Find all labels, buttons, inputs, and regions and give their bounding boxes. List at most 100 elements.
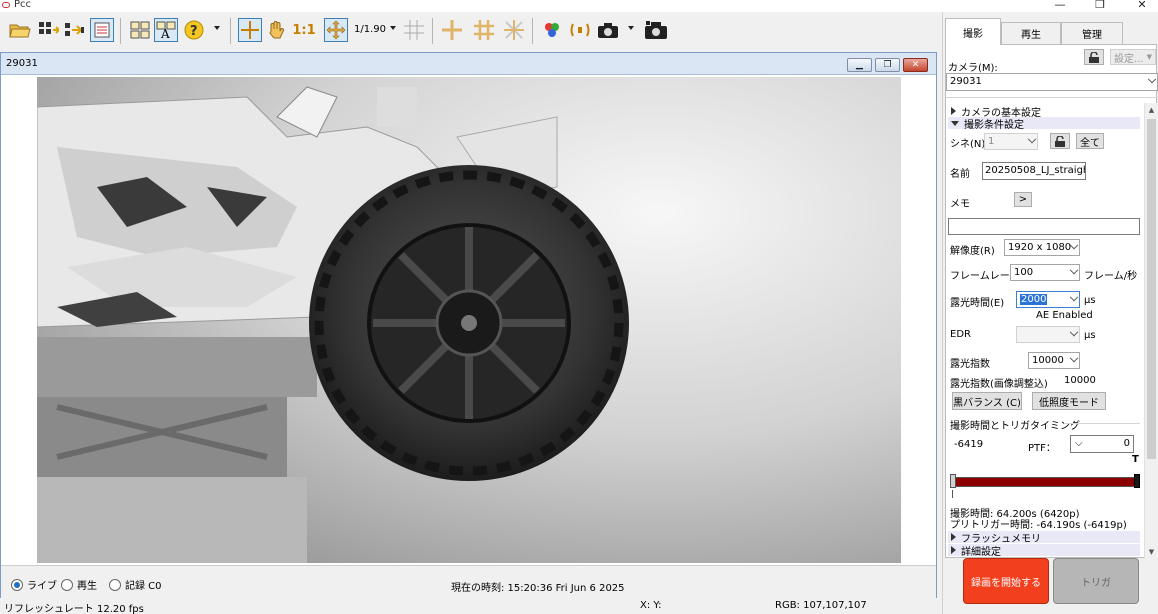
tree-flash-memory[interactable]: フラッシュメモリ — [948, 531, 1140, 545]
exposure-index-select[interactable]: 10000 — [1028, 352, 1080, 369]
chevron-down-icon — [1069, 327, 1079, 337]
start-recording-button[interactable]: 録画を開始する — [963, 558, 1049, 604]
live-radio[interactable]: ライブ — [11, 577, 57, 592]
live-radio-dot — [11, 578, 23, 591]
star-burst-icon[interactable] — [502, 18, 526, 42]
ptf-input[interactable]: ⌵ 0 — [1070, 435, 1134, 453]
audio-icon[interactable] — [568, 18, 592, 42]
chevron-down-icon — [1069, 265, 1079, 275]
trigger-timeline-slider[interactable] — [954, 477, 1140, 487]
scroll-up-icon[interactable]: ▲ — [1145, 103, 1158, 117]
h-guide-icon[interactable] — [440, 18, 464, 42]
palette-icon[interactable] — [540, 18, 564, 42]
scroll-down-icon[interactable]: ▼ — [1145, 545, 1158, 559]
fit-icon[interactable] — [324, 18, 348, 42]
camera-dropdown-icon[interactable] — [628, 26, 634, 30]
record-radio[interactable]: 記録 C0 — [109, 577, 162, 592]
edr-select[interactable] — [1016, 326, 1080, 343]
camera-view-title: 29031 — [6, 58, 38, 69]
tree-detail-settings[interactable]: 詳細設定 — [948, 544, 1140, 558]
name-input[interactable]: 20250508_LJ_straightlight — [982, 162, 1086, 180]
open-folder-icon[interactable] — [8, 18, 32, 42]
svg-text:?: ? — [190, 24, 198, 39]
unlock-icon — [1055, 135, 1065, 147]
tile-windows-icon[interactable] — [128, 18, 152, 42]
main-status-bar: リフレッシュレート 12.20 fps X: Y: RGB: 107,107,1… — [0, 598, 942, 614]
trigger-frame: -6419 — [954, 439, 984, 450]
exposure-label: 露光時間(E) — [950, 298, 1005, 309]
maximize-button[interactable]: ❐ — [1090, 0, 1110, 11]
memo-expand-button[interactable]: > — [1014, 192, 1032, 207]
playback-radio[interactable]: 再生 — [61, 577, 97, 592]
chevron-down-icon — [1069, 292, 1079, 302]
cine-lock-button[interactable] — [1050, 133, 1070, 149]
framerate-unit: フレーム/秒 — [1084, 271, 1138, 282]
child-close-button[interactable]: ✕ — [903, 58, 928, 72]
expand-icon — [951, 107, 956, 115]
text-overlay-icon[interactable]: A — [154, 18, 178, 42]
camera-view-title-bar: 29031 ▁ ❐ ✕ — [1, 53, 936, 75]
settings-button[interactable]: 設定... ▼ — [1110, 49, 1156, 65]
lock-icon — [1089, 51, 1099, 63]
cine-select[interactable]: 1 — [984, 133, 1038, 150]
grid-icon[interactable] — [402, 18, 426, 42]
current-time-label: 現在の時刻: 15:20:36 Fri Jun 6 2025 — [451, 583, 625, 594]
expand-icon — [951, 533, 956, 541]
ptf-label: PTF： — [1028, 443, 1056, 454]
edr-label: EDR — [950, 329, 971, 340]
minimize-button[interactable]: — — [1050, 0, 1070, 11]
chevron-down-icon — [1027, 134, 1037, 144]
name-label: 名前 — [950, 169, 970, 180]
app-title: Pcc — [14, 0, 32, 10]
lock-button[interactable] — [1084, 49, 1104, 65]
settings-scrollbar[interactable]: ▲ ▼ — [1144, 103, 1157, 559]
edr-unit: μs — [1084, 330, 1096, 341]
exposure-index-adjusted-value: 10000 — [1064, 375, 1096, 386]
camera-icon[interactable] — [596, 18, 620, 42]
live-video-frame[interactable] — [37, 77, 901, 563]
one-to-one-icon[interactable]: 1:1 — [292, 18, 316, 42]
scroll-thumb[interactable] — [1147, 119, 1156, 459]
shoot-tab-content: カメラ(M): 設定... ▼ 29031 カメラの基本設定 撮影条件設定 シネ… — [945, 44, 1158, 559]
chevron-down-icon — [1069, 353, 1079, 363]
multi-grid-icon[interactable] — [36, 18, 60, 42]
camera-select[interactable]: 29031 — [946, 73, 1158, 91]
cursor-xy: X: Y: — [640, 600, 662, 611]
trigger-group-label: 撮影時間とトリガタイミング — [950, 421, 1080, 432]
slider-start-handle[interactable] — [950, 474, 956, 488]
help-dropdown-icon[interactable] — [214, 26, 220, 30]
chevron-down-icon — [1147, 74, 1157, 84]
tab-shoot[interactable]: 撮影 — [945, 18, 1001, 45]
exposure-select[interactable]: 2000 — [1016, 291, 1080, 308]
child-minimize-button[interactable]: ▁ — [847, 58, 872, 72]
child-restore-button[interactable]: ❐ — [875, 58, 900, 72]
record-list-icon[interactable] — [90, 18, 114, 42]
low-light-mode-button[interactable]: 低照度モード — [1032, 392, 1106, 410]
hash-icon[interactable] — [472, 18, 496, 42]
main-toolbar: A ? 1:1 1/1.90 — [0, 12, 942, 48]
resolution-label: 解像度(R) — [950, 246, 995, 257]
camera-save-icon[interactable] — [644, 18, 668, 42]
expand-icon — [951, 546, 956, 554]
tab-playback[interactable]: 再生 — [1001, 22, 1061, 44]
trigger-button[interactable]: トリガ — [1053, 558, 1139, 604]
black-balance-button[interactable]: 黒バランス (C) — [952, 392, 1022, 410]
chevron-down-icon: ▼ — [1146, 53, 1152, 61]
resolution-select[interactable]: 1920 x 1080 — [1004, 239, 1080, 256]
zoom-level: 1/1.90 — [354, 24, 386, 35]
tab-manage[interactable]: 管理 — [1061, 22, 1123, 44]
collapse-icon — [951, 120, 959, 126]
all-button[interactable]: 全て — [1076, 133, 1104, 149]
grid-arrow-icon[interactable] — [62, 18, 86, 42]
hand-icon[interactable] — [264, 18, 288, 42]
slider-end-handle[interactable] — [1134, 474, 1140, 488]
help-icon[interactable]: ? — [182, 18, 206, 42]
tree-shooting-settings[interactable]: 撮影条件設定 — [948, 117, 1140, 131]
zoom-dropdown-icon[interactable] — [390, 26, 396, 30]
framerate-select[interactable]: 100 — [1010, 264, 1080, 281]
crosshair-icon[interactable] — [238, 18, 262, 42]
memo-input[interactable] — [948, 218, 1140, 235]
camera-image — [37, 86, 629, 563]
exposure-index-adjusted-label: 露光指数(画像調整込) — [950, 379, 1048, 390]
close-button[interactable]: ✕ — [1132, 0, 1152, 11]
